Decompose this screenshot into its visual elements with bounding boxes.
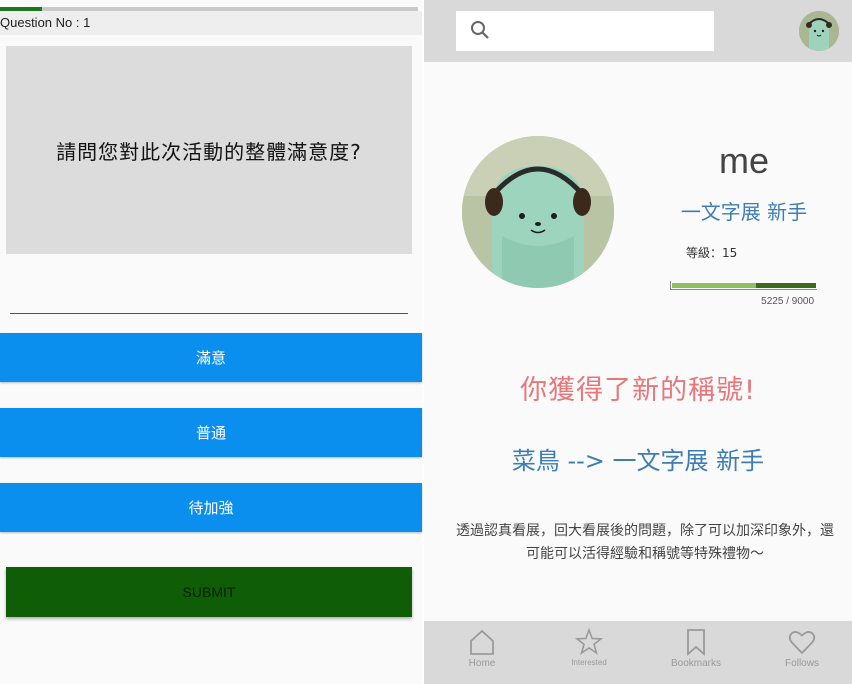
heart-icon	[788, 631, 816, 655]
nav-home[interactable]: Home	[447, 625, 517, 681]
bookmark-icon	[687, 629, 705, 656]
nav-bookmarks[interactable]: Bookmarks	[661, 625, 731, 681]
option-button-satisfied[interactable]: 滿意	[0, 333, 422, 382]
user-title: 一文字展 新手	[680, 200, 808, 224]
nav-follows[interactable]: Follows	[767, 625, 837, 681]
xp-text: 5225 / 9000	[761, 296, 814, 307]
option-button-average[interactable]: 普通	[0, 408, 422, 457]
question-card: 請問您對此次活動的整體滿意度?	[6, 46, 412, 254]
nav-label-follows: Follows	[785, 658, 819, 669]
profile-screen: me 一文字展 新手 等級：15 5225 / 9000 你獲得了新的稱號! 菜…	[424, 0, 852, 684]
top-avatar[interactable]	[799, 11, 839, 51]
question-number: Question No : 1	[0, 15, 91, 30]
description-text: 透過認真看展，回大看展後的問題，除了可以加深印象外，還可能可以活得經驗和稱號等特…	[456, 523, 834, 562]
level-label: 等級：15	[686, 246, 738, 260]
answer-input[interactable]	[10, 313, 408, 314]
top-app-bar	[424, 0, 852, 62]
bottom-navigation: Home Interested Bookmarks Follows	[424, 621, 852, 684]
xp-progress-bar	[672, 283, 816, 288]
star-icon	[575, 628, 603, 655]
profile-avatar	[462, 136, 614, 288]
nav-label-interested: Interested	[571, 658, 607, 667]
home-icon	[470, 629, 494, 655]
nav-interested[interactable]: Interested	[554, 625, 624, 681]
nav-label-home: Home	[468, 658, 496, 669]
quiz-screen: Question No : 1 請問您對此次活動的整體滿意度? 滿意 普通 待加…	[0, 0, 422, 684]
xp-progress-fill	[672, 283, 756, 288]
submit-button[interactable]: SUBMIT	[6, 567, 412, 617]
nav-label-bookmarks: Bookmarks	[670, 658, 721, 669]
search-icon	[470, 20, 490, 44]
option-button-needs-improvement[interactable]: 待加強	[0, 483, 422, 532]
new-title-heading: 你獲得了新的稱號!	[520, 375, 756, 406]
question-text: 請問您對此次活動的整體滿意度?	[56, 139, 362, 164]
search-input[interactable]	[456, 11, 714, 51]
question-number-bar: Question No : 1	[0, 11, 422, 35]
title-change-text: 菜鳥 --> 一文字展 新手	[511, 447, 765, 475]
username: me	[718, 140, 769, 181]
